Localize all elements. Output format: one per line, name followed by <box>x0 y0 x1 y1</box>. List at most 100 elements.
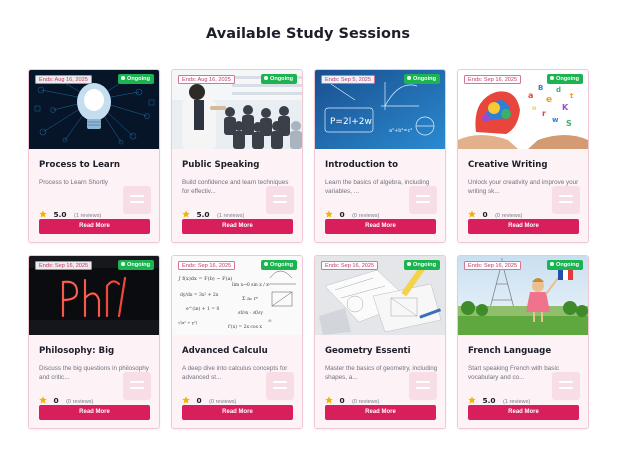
card-body: Creative Writing Unlock your creativity … <box>458 149 588 242</box>
session-image[interactable]: ∫ f(x)dx = F(b) − F(a) lim x→0 sin x / x… <box>172 256 302 335</box>
star-icon <box>39 396 47 404</box>
session-image[interactable]: P=2l+2w a²+b²=c² y = mx + b Ends: Sep 5,… <box>315 70 445 149</box>
end-date-badge: Ends: Sep 16, 2025 <box>464 261 522 270</box>
session-card[interactable]: Ends: Sep 16, 2025 Ongoing Geometry Esse… <box>314 255 446 429</box>
status-label: Ongoing <box>127 76 150 82</box>
card-title: French Language <box>468 346 552 356</box>
status-label: Ongoing <box>413 76 436 82</box>
status-badge: Ongoing <box>547 74 583 84</box>
session-image[interactable]: aB ed Kr wt Sn Ends: Sep 16, 2025 Ongoin… <box>458 70 588 149</box>
card-title: Philosophy: Big <box>39 346 115 356</box>
svg-text:√(x² + y²): √(x² + y²) <box>178 320 198 325</box>
status-badge: Ongoing <box>404 260 440 270</box>
svg-text:Σ aₙ rⁿ: Σ aₙ rⁿ <box>242 296 258 302</box>
status-label: Ongoing <box>413 262 436 268</box>
status-dot-icon <box>264 262 268 266</box>
status-badge: Ongoing <box>261 74 297 84</box>
card-title: Creative Writing <box>468 160 548 170</box>
status-dot-icon <box>407 76 411 80</box>
session-card[interactable]: Ends: Aug 16, 2025 Ongoing Public Speaki… <box>171 69 303 243</box>
rating-value: 0 <box>482 210 488 219</box>
rating: 5.0 (1 reviews) <box>39 204 101 219</box>
book-icon <box>123 186 151 214</box>
svg-text:e^(iπ) + 1 = 0: e^(iπ) + 1 = 0 <box>186 305 219 312</box>
status-label: Ongoing <box>556 262 579 268</box>
session-image[interactable]: Ends: Aug 16, 2025 Ongoing <box>29 70 159 149</box>
session-card[interactable]: Ends: Aug 16, 2025 Ongoing Process to Le… <box>28 69 160 243</box>
session-image[interactable]: Ends: Sep 16, 2025 Ongoing <box>29 256 159 335</box>
read-more-button[interactable]: Read More <box>39 219 150 234</box>
rating-value: 0 <box>53 396 59 405</box>
read-more-button[interactable]: Read More <box>325 219 436 234</box>
status-badge: Ongoing <box>118 260 154 270</box>
session-card[interactable]: P=2l+2w a²+b²=c² y = mx + b Ends: Sep 5,… <box>314 69 446 243</box>
svg-text:B: B <box>538 84 543 92</box>
svg-text:n: n <box>532 105 536 112</box>
star-icon <box>468 210 476 218</box>
read-more-button[interactable]: Read More <box>39 405 150 420</box>
rating: 0 (0 reviews) <box>468 204 522 219</box>
session-image[interactable]: Ends: Sep 16, 2025 Ongoing <box>315 256 445 335</box>
rating: 0 (0 reviews) <box>325 204 379 219</box>
session-image[interactable]: Ends: Sep 16, 2025 Ongoing <box>458 256 588 335</box>
card-description: Learn the basics of algebra, including v… <box>325 179 430 196</box>
svg-text:P=2l+2w: P=2l+2w <box>330 117 372 127</box>
session-image[interactable]: Ends: Aug 16, 2025 Ongoing <box>172 70 302 149</box>
read-more-button[interactable]: Read More <box>325 405 436 420</box>
status-dot-icon <box>264 76 268 80</box>
rating: 0 (0 reviews) <box>39 390 93 405</box>
rating: 0 (0 reviews) <box>182 390 236 405</box>
status-label: Ongoing <box>127 262 150 268</box>
svg-text:∫ f(x)dx = F(b) − F(a): ∫ f(x)dx = F(b) − F(a) <box>178 275 232 282</box>
session-card[interactable]: aB ed Kr wt Sn Ends: Sep 16, 2025 Ongoin… <box>457 69 589 243</box>
svg-text:w: w <box>552 116 559 124</box>
svg-text:S: S <box>566 119 572 128</box>
rating-value: 0 <box>339 210 345 219</box>
rating-value: 5.0 <box>482 396 496 405</box>
svg-text:lim x→0 sin x / x: lim x→0 sin x / x <box>232 282 269 288</box>
status-label: Ongoing <box>270 262 293 268</box>
svg-text:r: r <box>542 109 546 118</box>
rating: 5.0 (1 reviews) <box>468 390 530 405</box>
rating-value: 0 <box>339 396 345 405</box>
session-card[interactable]: Ends: Sep 16, 2025 Ongoing French Langua… <box>457 255 589 429</box>
status-label: Ongoing <box>556 76 579 82</box>
end-date-badge: Ends: Aug 16, 2025 <box>35 75 92 84</box>
card-description: Discuss the big questions in philosophy … <box>39 365 149 382</box>
status-dot-icon <box>121 262 125 266</box>
rating: 5.0 (1 reviews) <box>182 204 244 219</box>
end-date-badge: Ends: Sep 16, 2025 <box>35 261 93 270</box>
rating-value: 0 <box>196 396 202 405</box>
card-body: Advanced Calculu A deep dive into calcul… <box>172 335 302 428</box>
star-icon <box>468 396 476 404</box>
card-description: Unlock your creativity and improve your … <box>468 179 579 196</box>
status-dot-icon <box>121 76 125 80</box>
read-more-button[interactable]: Read More <box>182 405 293 420</box>
end-date-badge: Ends: Sep 5, 2025 <box>321 75 376 84</box>
star-icon <box>325 210 333 218</box>
read-more-button[interactable]: Read More <box>182 219 293 234</box>
rating-value: 5.0 <box>196 210 210 219</box>
star-icon <box>182 396 190 404</box>
read-more-button[interactable]: Read More <box>468 219 579 234</box>
status-dot-icon <box>550 262 554 266</box>
status-dot-icon <box>550 76 554 80</box>
session-card[interactable]: ∫ f(x)dx = F(b) − F(a) lim x→0 sin x / x… <box>171 255 303 429</box>
read-more-button[interactable]: Read More <box>468 405 579 420</box>
card-body: Geometry Essenti Master the basics of ge… <box>315 335 445 428</box>
card-description: Master the basics of geometry, including… <box>325 365 438 382</box>
card-body: Philosophy: Big Discuss the big question… <box>29 335 159 428</box>
status-badge: Ongoing <box>404 74 440 84</box>
card-description: Start speaking French with basic vocabul… <box>468 365 559 382</box>
card-title: Advanced Calculu <box>182 346 268 356</box>
card-title: Process to Learn <box>39 160 121 170</box>
end-date-badge: Ends: Sep 16, 2025 <box>464 75 522 84</box>
svg-text:dy/dx = 3x² + 2x: dy/dx = 3x² + 2x <box>180 292 219 298</box>
svg-text:a: a <box>528 91 533 100</box>
svg-text:d: d <box>556 86 561 94</box>
star-icon <box>182 210 190 218</box>
session-card[interactable]: Ends: Sep 16, 2025 Ongoing Philosophy: B… <box>28 255 160 429</box>
card-body: Introduction to Learn the basics of alge… <box>315 149 445 242</box>
status-badge: Ongoing <box>118 74 154 84</box>
status-badge: Ongoing <box>547 260 583 270</box>
